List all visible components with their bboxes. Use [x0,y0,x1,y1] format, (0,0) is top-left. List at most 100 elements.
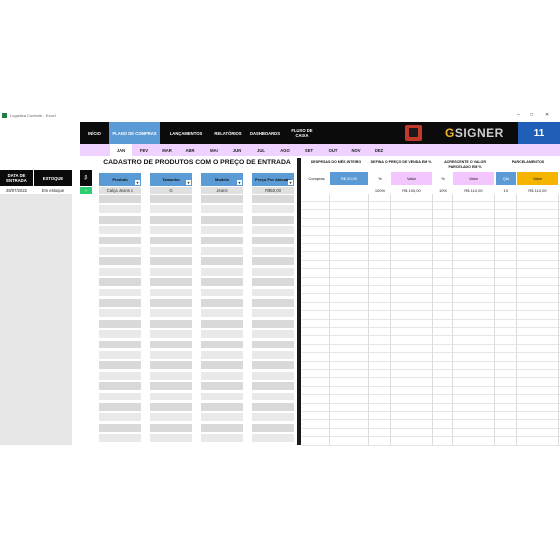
empty-cell[interactable] [252,236,294,245]
empty-cell[interactable] [252,226,294,235]
empty-cell[interactable] [252,319,294,328]
cell-valor-parcelado[interactable]: R$ 110,00 [453,187,494,194]
empty-cell[interactable] [252,299,294,307]
empty-cell[interactable] [150,361,192,370]
tab-nov[interactable]: NOV [345,144,367,156]
empty-cell[interactable] [150,434,192,443]
empty-cell[interactable] [201,423,243,432]
empty-cell[interactable] [150,205,192,214]
beta-button[interactable]: β [80,170,92,186]
empty-cell[interactable] [150,226,192,235]
tab-dez[interactable]: DEZ [368,144,390,156]
empty-cell[interactable] [99,288,141,297]
close-icon[interactable]: ✕ [545,112,549,118]
empty-cell[interactable] [201,205,243,214]
empty-cell[interactable] [252,247,294,255]
empty-cell[interactable] [150,267,192,276]
nav-item-inicio[interactable]: INÍCIO [80,122,109,144]
empty-cell[interactable] [150,392,192,401]
cell-preco[interactable]: R$50,00 [252,187,294,194]
empty-cell[interactable] [201,319,243,328]
empty-cell[interactable] [150,340,192,349]
empty-cell[interactable] [201,434,243,443]
empty-cell[interactable] [150,236,192,245]
empty-cell[interactable] [252,361,294,370]
empty-cell[interactable] [99,236,141,245]
empty-cell[interactable] [150,330,192,339]
empty-cell[interactable] [99,361,141,370]
empty-cell[interactable] [99,434,141,443]
empty-cell[interactable] [150,371,192,380]
empty-cell[interactable] [201,267,243,276]
empty-cell[interactable] [150,413,192,422]
tab-jan[interactable]: JAN [110,144,132,156]
empty-cell[interactable] [150,288,192,297]
empty-cell[interactable] [99,215,141,224]
empty-cell[interactable] [99,195,141,203]
empty-cell[interactable] [201,361,243,370]
cell-percent-parcelado[interactable]: 10% [434,187,452,194]
empty-cell[interactable] [99,319,141,328]
empty-cell[interactable] [150,309,192,318]
empty-cell[interactable] [201,288,243,297]
nav-item-relatorios[interactable]: RELATÓRIOS [212,122,244,144]
nav-item-plano-de-compras[interactable]: PLANO DE COMPRAS [109,122,160,144]
empty-cell[interactable] [99,309,141,318]
empty-cell[interactable] [201,413,243,422]
empty-cell[interactable] [201,236,243,245]
empty-cell[interactable] [201,371,243,380]
empty-cell[interactable] [99,392,141,401]
empty-cell[interactable] [150,195,192,203]
empty-cell[interactable] [99,278,141,287]
filter-dropdown-icon[interactable]: ▾ [237,180,242,185]
empty-cell[interactable] [201,195,243,203]
empty-cell[interactable] [150,215,192,224]
nav-item-fluxo-de-caixa[interactable]: FLUXO DE CAIXA [288,122,316,144]
empty-cell[interactable] [252,267,294,276]
empty-cell[interactable] [201,340,243,349]
empty-cell[interactable] [99,247,141,255]
empty-cell[interactable] [201,299,243,307]
filter-dropdown-icon[interactable]: ▾ [186,180,191,185]
empty-cell[interactable] [150,278,192,287]
maximize-icon[interactable]: □ [530,112,533,118]
minimize-icon[interactable]: – [517,112,520,118]
cell-modelo[interactable]: Jeans [201,187,243,194]
empty-cell[interactable] [252,403,294,411]
empty-cell[interactable] [252,309,294,318]
tab-ago[interactable]: AGO [274,144,296,156]
cell-produto[interactable]: Calça Jeans c [99,187,141,194]
empty-cell[interactable] [150,403,192,411]
empty-cell[interactable] [201,392,243,401]
filter-dropdown-icon[interactable]: ▾ [288,180,293,185]
empty-cell[interactable] [252,340,294,349]
empty-cell[interactable] [201,351,243,359]
empty-cell[interactable] [252,215,294,224]
tab-out[interactable]: OUT [322,144,344,156]
empty-cell[interactable] [252,195,294,203]
empty-cell[interactable] [99,423,141,432]
cell-valor-parcela[interactable]: R$ 110,00 [517,187,558,194]
empty-cell[interactable] [99,205,141,214]
empty-cell[interactable] [150,351,192,359]
empty-cell[interactable] [99,299,141,307]
add-row-button[interactable]: + [80,187,92,194]
empty-cell[interactable] [252,392,294,401]
empty-cell[interactable] [252,205,294,214]
empty-cell[interactable] [252,351,294,359]
tab-mai[interactable]: MAI [203,144,225,156]
empty-cell[interactable] [99,340,141,349]
empty-cell[interactable] [150,423,192,432]
tab-fev[interactable]: FEV [133,144,155,156]
empty-cell[interactable] [252,423,294,432]
tab-set[interactable]: SET [298,144,320,156]
empty-cell[interactable] [252,257,294,266]
column-preco-atacado[interactable]: Preço Por Atacado ▾ [252,173,294,186]
tab-jul[interactable]: JUL [250,144,272,156]
empty-cell[interactable] [201,403,243,411]
tab-jun[interactable]: JUN [226,144,248,156]
cell-stock[interactable]: Em estoque [34,187,72,194]
empty-cell[interactable] [99,257,141,266]
column-modelo[interactable]: Modelo ▾ [201,173,243,186]
empty-cell[interactable] [99,403,141,411]
